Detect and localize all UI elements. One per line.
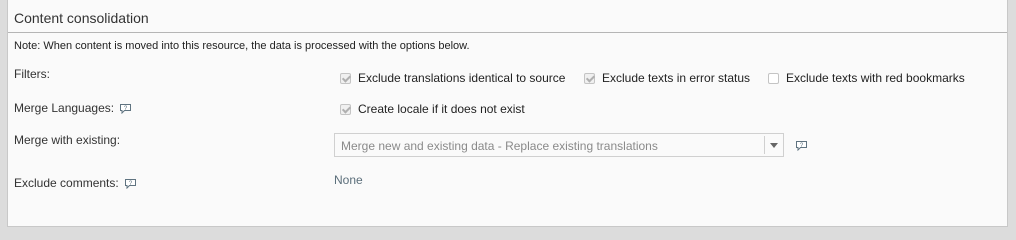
exclude-comments-value: None: [334, 173, 363, 187]
filter-identical-label: Exclude translations identical to source: [358, 71, 566, 85]
merge-existing-label: Merge with existing:: [14, 133, 120, 147]
filter-error-status[interactable]: Exclude texts in error status: [584, 71, 750, 85]
merge-languages-label-text: Merge Languages:: [14, 101, 115, 115]
merge-existing-label-text: Merge with existing:: [14, 133, 121, 147]
content-consolidation-panel: Content consolidation Note: When content…: [7, 0, 1008, 227]
chevron-down-icon[interactable]: [770, 143, 778, 148]
section-divider: [8, 32, 1007, 33]
merge-existing-select[interactable]: Merge new and existing data - Replace ex…: [334, 133, 784, 157]
filter-identical-translations[interactable]: Exclude translations identical to source: [340, 71, 565, 85]
merge-existing-selected-value: Merge new and existing data - Replace ex…: [341, 139, 658, 153]
section-note: Note: When content is moved into this re…: [14, 40, 470, 52]
help-icon[interactable]: ?: [124, 178, 137, 189]
filter-red-bookmarks-checkbox[interactable]: [768, 72, 779, 84]
create-locale-label: Create locale if it does not exist: [358, 102, 525, 116]
section-title: Content consolidation: [14, 10, 149, 26]
select-separator: [764, 136, 765, 154]
filter-error-checkbox[interactable]: [584, 72, 595, 84]
filter-red-bookmarks-label: Exclude texts with red bookmarks: [786, 71, 965, 85]
help-icon[interactable]: ?: [119, 103, 132, 114]
filter-error-label: Exclude texts in error status: [602, 71, 751, 85]
filter-identical-checkbox[interactable]: [340, 72, 351, 84]
filters-label: Filters:: [14, 67, 50, 81]
create-locale-checkbox[interactable]: [340, 103, 351, 115]
filter-red-bookmarks[interactable]: Exclude texts with red bookmarks: [768, 71, 965, 85]
exclude-comments-label-text: Exclude comments:: [14, 176, 119, 190]
create-locale-option[interactable]: Create locale if it does not exist: [340, 102, 525, 116]
merge-languages-label: Merge Languages: ?: [14, 101, 132, 115]
exclude-comments-label: Exclude comments: ?: [14, 176, 137, 190]
filters-label-text: Filters:: [14, 67, 50, 81]
help-icon[interactable]: ?: [795, 140, 808, 151]
